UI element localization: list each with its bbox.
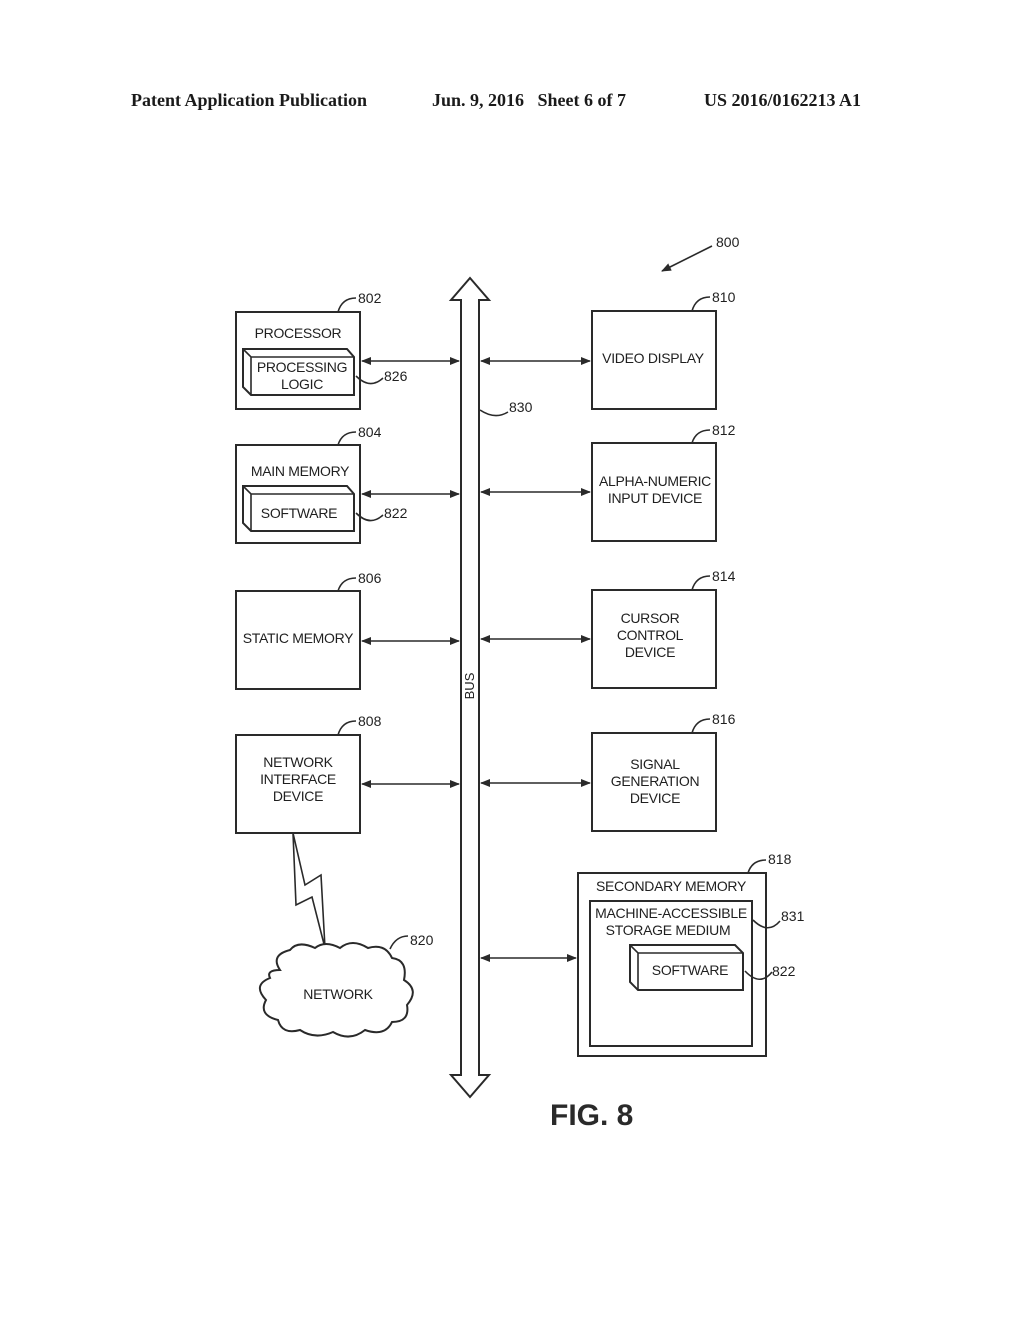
network-interface-block: NETWORK INTERFACE DEVICE 808 <box>235 713 460 834</box>
main-memory-block: MAIN MEMORY SOFTWARE 822 804 <box>235 424 460 544</box>
system-ref-label: 800 <box>716 234 740 250</box>
block-diagram: 800 BUS 830 PROCESSOR PROCESSING LOGIC 8… <box>235 234 805 1132</box>
network-interface-ref: 808 <box>358 713 382 729</box>
main-memory-software-ref: 822 <box>384 505 408 521</box>
storage-medium-ref: 831 <box>781 908 805 924</box>
bus: BUS 830 <box>448 276 533 1099</box>
video-display-leader <box>691 296 711 312</box>
network-ref: 820 <box>410 932 434 948</box>
network-label: NETWORK <box>303 986 373 1002</box>
wireless-link-icon <box>292 832 326 949</box>
storage-medium-line-2: STORAGE MEDIUM <box>606 922 731 938</box>
video-display-label: VIDEO DISPLAY <box>602 350 705 366</box>
static-memory-ref: 806 <box>358 570 382 586</box>
processing-logic-line-1: PROCESSING <box>257 359 347 375</box>
alphanumeric-input-block: ALPHA-NUMERIC INPUT DEVICE 812 <box>480 422 736 542</box>
secondary-software-block: SOFTWARE 822 <box>629 944 796 991</box>
processing-logic-block: PROCESSING LOGIC <box>242 348 355 396</box>
cursor-control-line-3: DEVICE <box>625 644 675 660</box>
secondary-memory-block: SECONDARY MEMORY 818 MACHINE-ACCESSIBLE … <box>480 851 805 1057</box>
video-display-block: VIDEO DISPLAY 810 <box>480 289 736 410</box>
main-memory-leader <box>337 431 357 446</box>
alphanumeric-input-ref: 812 <box>712 422 736 438</box>
static-memory-block: STATIC MEMORY 806 <box>235 570 460 690</box>
cursor-control-block: CURSOR CONTROL DEVICE 814 <box>480 568 736 689</box>
network-interface-line-2: INTERFACE <box>260 771 336 787</box>
main-memory-software-label: SOFTWARE <box>261 505 337 521</box>
signal-generation-ref: 816 <box>712 711 736 727</box>
static-memory-label: STATIC MEMORY <box>243 630 354 646</box>
network-cloud: NETWORK 820 <box>259 932 434 1038</box>
processing-logic-line-2: LOGIC <box>281 376 323 392</box>
processor-block: PROCESSOR PROCESSING LOGIC 826 802 <box>235 290 460 410</box>
main-memory-title: MAIN MEMORY <box>251 463 350 479</box>
video-display-ref: 810 <box>712 289 736 305</box>
processor-leader <box>337 297 357 313</box>
figure-label: FIG. 8 <box>550 1099 633 1132</box>
system-reference: 800 <box>661 234 740 272</box>
secondary-memory-title: SECONDARY MEMORY <box>596 878 747 894</box>
network-interface-line-1: NETWORK <box>263 754 333 770</box>
cursor-control-ref: 814 <box>712 568 736 584</box>
signal-generation-leader <box>691 718 711 734</box>
secondary-memory-leader <box>747 859 767 874</box>
secondary-software-ref: 822 <box>772 963 796 979</box>
bus-ref: 830 <box>509 399 533 415</box>
signal-generation-block: SIGNAL GENERATION DEVICE 816 <box>480 711 736 832</box>
bus-leader-line <box>479 409 509 417</box>
processing-logic-ref: 826 <box>384 368 408 384</box>
signal-generation-line-2: GENERATION <box>611 773 700 789</box>
alphanumeric-input-line-2: INPUT DEVICE <box>608 490 702 506</box>
cursor-control-leader <box>691 575 711 591</box>
network-interface-line-3: DEVICE <box>273 788 323 804</box>
alphanumeric-input-line-1: ALPHA-NUMERIC <box>599 473 711 489</box>
secondary-memory-ref: 818 <box>768 851 792 867</box>
network-interface-leader <box>337 720 357 736</box>
network-leader <box>389 935 409 950</box>
processor-title: PROCESSOR <box>255 325 342 341</box>
static-memory-leader <box>337 577 357 592</box>
storage-medium-line-1: MACHINE-ACCESSIBLE <box>595 905 747 921</box>
alphanumeric-input-leader <box>691 429 711 444</box>
system-pointer-arrow <box>661 245 713 272</box>
main-memory-software-block: SOFTWARE <box>242 485 355 532</box>
cursor-control-line-2: CONTROL <box>617 627 684 643</box>
cursor-control-line-1: CURSOR <box>621 610 680 626</box>
signal-generation-line-1: SIGNAL <box>630 756 680 772</box>
secondary-software-label: SOFTWARE <box>652 962 728 978</box>
signal-generation-line-3: DEVICE <box>630 790 680 806</box>
main-memory-ref: 804 <box>358 424 382 440</box>
bus-label: BUS <box>462 672 477 699</box>
processor-ref: 802 <box>358 290 382 306</box>
